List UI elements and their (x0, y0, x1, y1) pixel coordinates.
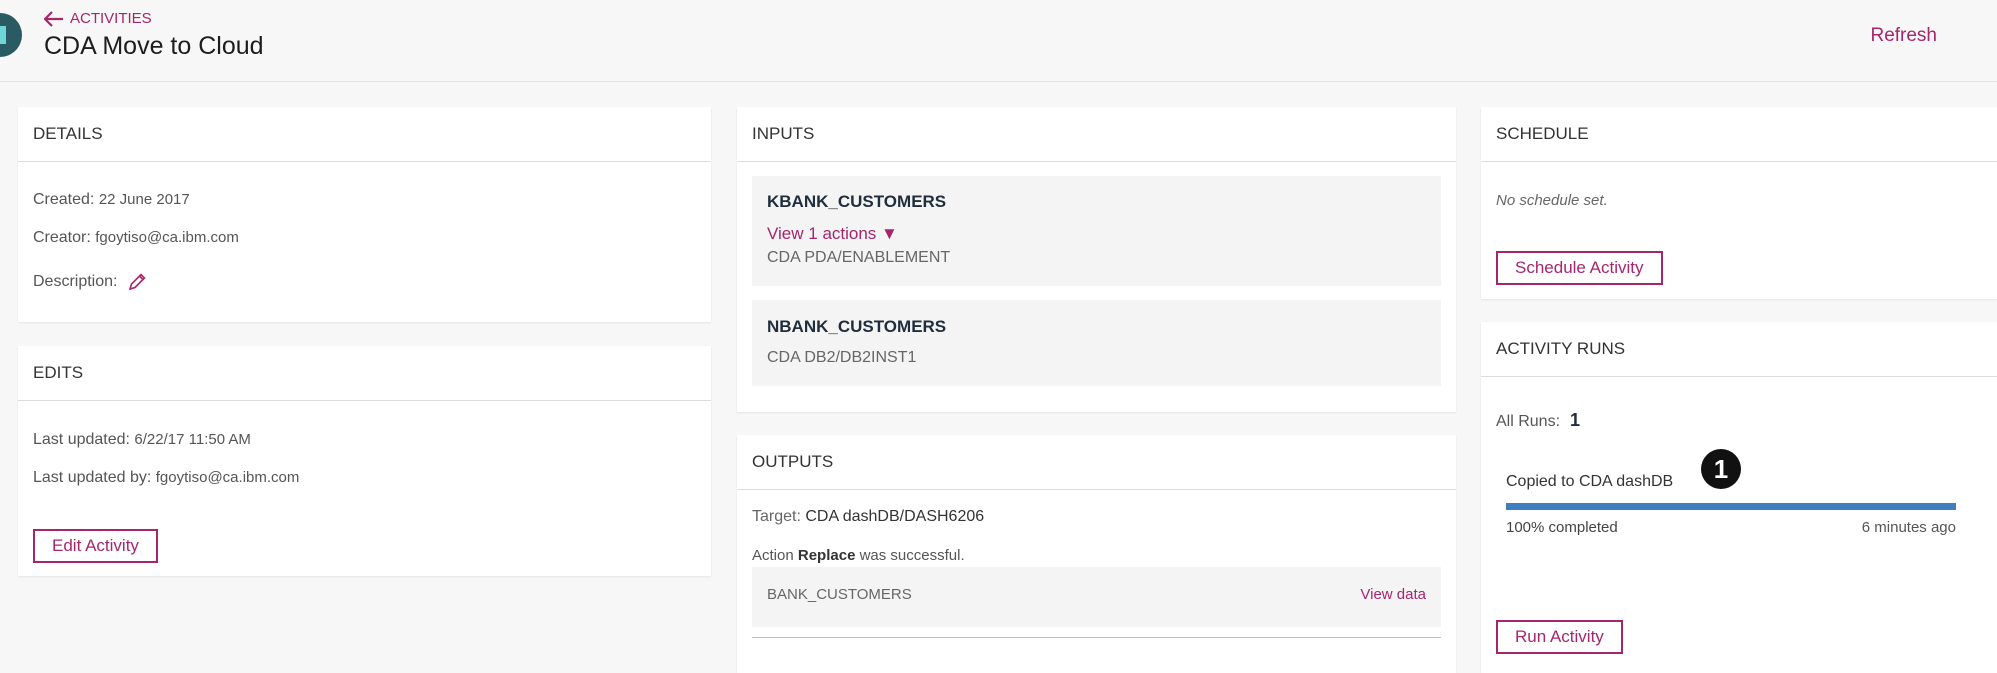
action-suffix: was successful. (859, 547, 965, 564)
activity-runs-heading: ACTIVITY RUNS (1481, 322, 1997, 377)
description-row: Description: (33, 272, 147, 292)
last-updated-row: Last updated: 6/22/17 11:50 AM (33, 431, 251, 449)
description-label: Description: (33, 273, 118, 290)
progress-text: 100% completed (1506, 519, 1618, 536)
run-activity-button[interactable]: Run Activity (1496, 620, 1623, 654)
view-data-link[interactable]: View data (1360, 586, 1426, 603)
all-runs-label: All Runs: (1496, 413, 1561, 430)
activity-runs-card: ACTIVITY RUNS All Runs: 1 Copied to CDA … (1481, 322, 1997, 673)
created-value: 22 June 2017 (98, 191, 190, 208)
divider (752, 637, 1441, 638)
refresh-button[interactable]: Refresh (1870, 25, 1937, 47)
target-value: CDA dashDB/DASH6206 (805, 508, 985, 525)
all-runs-count: 1 (1570, 410, 1581, 430)
details-card: DETAILS Created: 22 June 2017 Creator: f… (18, 107, 711, 322)
target-label: Target: (752, 508, 801, 525)
arrow-left-icon (44, 10, 63, 27)
all-runs-row: All Runs: 1 (1496, 410, 1580, 431)
inputs-heading: INPUTS (737, 107, 1456, 162)
schedule-heading: SCHEDULE (1481, 107, 1997, 162)
input-item-source: CDA PDA/ENABLEMENT (767, 249, 951, 266)
schedule-card: SCHEDULE No schedule set. Schedule Activ… (1481, 107, 1997, 299)
output-table-row: BANK_CUSTOMERS View data (752, 567, 1441, 627)
run-time-ago: 6 minutes ago (1861, 519, 1956, 536)
edits-card: EDITS Last updated: 6/22/17 11:50 AM Las… (18, 346, 711, 576)
app-logo[interactable] (0, 13, 22, 57)
output-table-name: BANK_CUSTOMERS (767, 586, 912, 603)
input-item-name: KBANK_CUSTOMERS (767, 192, 947, 211)
edit-activity-button[interactable]: Edit Activity (33, 529, 158, 563)
created-label: Created: (33, 191, 95, 208)
run-title[interactable]: Copied to CDA dashDB (1506, 473, 1673, 491)
creator-label: Creator: (33, 229, 91, 246)
last-updated-by-label: Last updated by: (33, 469, 152, 486)
input-item-source: CDA DB2/DB2INST1 (767, 349, 917, 366)
page-title: CDA Move to Cloud (44, 32, 264, 60)
creator-row: Creator: fgoytiso@ca.ibm.com (33, 229, 239, 247)
run-progress-bar (1506, 503, 1956, 510)
last-updated-by-value: fgoytiso@ca.ibm.com (155, 469, 300, 486)
outputs-card: OUTPUTS Target: CDA dashDB/DASH6206 Acti… (737, 435, 1456, 673)
no-schedule-text: No schedule set. (1496, 192, 1608, 209)
details-heading: DETAILS (18, 107, 711, 162)
outputs-heading: OUTPUTS (737, 435, 1456, 490)
page-header: ACTIVITIES CDA Move to Cloud Refresh (0, 0, 1997, 82)
action-name: Replace (797, 547, 856, 564)
inputs-card: INPUTS KBANK_CUSTOMERS View 1 actions ▼ … (737, 107, 1456, 412)
view-actions-link[interactable]: View 1 actions ▼ (767, 224, 898, 244)
edits-heading: EDITS (18, 346, 711, 401)
callout-badge: 1 (1701, 449, 1741, 489)
input-item[interactable]: KBANK_CUSTOMERS View 1 actions ▼ CDA PDA… (752, 176, 1441, 286)
created-row: Created: 22 June 2017 (33, 191, 190, 209)
action-status-row: Action Replace was successful. (752, 547, 965, 564)
back-link-label: ACTIVITIES (70, 10, 152, 27)
edit-pencil-icon[interactable] (127, 272, 147, 292)
input-item-name: NBANK_CUSTOMERS (767, 317, 947, 336)
last-updated-by-row: Last updated by: fgoytiso@ca.ibm.com (33, 469, 299, 487)
creator-value: fgoytiso@ca.ibm.com (95, 229, 239, 246)
last-updated-value: 6/22/17 11:50 AM (134, 431, 251, 448)
action-prefix: Action (752, 547, 794, 564)
input-item[interactable]: NBANK_CUSTOMERS CDA DB2/DB2INST1 (752, 300, 1441, 386)
last-updated-label: Last updated: (33, 431, 130, 448)
back-to-activities-link[interactable]: ACTIVITIES (44, 10, 152, 27)
run-progress-fill (1506, 503, 1956, 510)
output-target-row: Target: CDA dashDB/DASH6206 (752, 508, 984, 526)
schedule-activity-button[interactable]: Schedule Activity (1496, 251, 1663, 285)
